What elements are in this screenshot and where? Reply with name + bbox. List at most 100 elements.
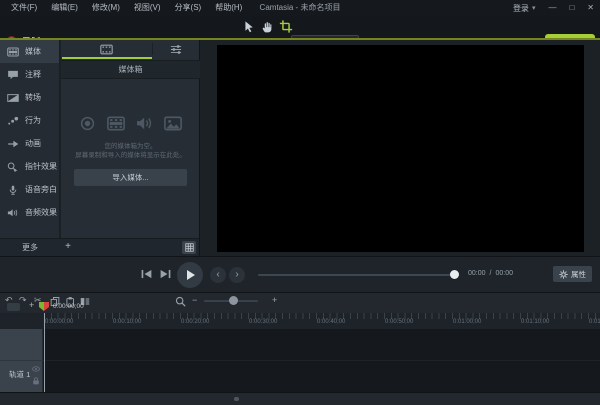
play-icon [184, 269, 196, 281]
play-button[interactable] [177, 262, 203, 288]
total-time: 00:00 [495, 270, 513, 277]
timeline-tracks: 轨道 1 [0, 329, 600, 392]
jump-start-button[interactable]: ‹ [210, 267, 226, 283]
ruler-label: 0:00:00;00 [45, 319, 73, 325]
image-icon [164, 116, 182, 131]
sidebar-item-behaviors[interactable]: 行为 [0, 109, 59, 132]
transition-icon [7, 93, 19, 103]
close-button[interactable]: ✕ [587, 0, 594, 16]
step-forward-button[interactable] [159, 268, 172, 280]
gear-icon [559, 270, 568, 279]
track-visibility-toggle[interactable] [32, 366, 40, 372]
title-bar: 文件(F) 编辑(E) 修改(M) 视图(V) 分享(S) 帮助(H) Camt… [0, 0, 600, 16]
step-back-icon [140, 268, 153, 280]
minimize-button[interactable]: — [548, 0, 556, 16]
tab-media-bin[interactable] [100, 44, 113, 55]
step-back-button[interactable] [140, 268, 153, 280]
sidebar-item-label: 音频效果 [25, 207, 57, 218]
sidebar-item-animations[interactable]: 动画 [0, 132, 59, 155]
sidebar-item-label: 动画 [25, 138, 41, 149]
track-options-button[interactable] [7, 303, 20, 311]
horizontal-scrollbar-thumb[interactable] [234, 397, 239, 401]
tools-sidebar: 媒体 注释 转场 行为 [0, 40, 60, 238]
microphone-icon [7, 185, 19, 195]
media-bin-title: 媒体箱 [61, 60, 200, 79]
playhead-time: 0:00:00;00 [53, 303, 84, 310]
playback-bar: ‹ › 00:00 / 00:00 属性 [0, 256, 600, 292]
properties-button[interactable]: 属性 [553, 266, 592, 282]
track1-label: 轨道 1 [9, 369, 30, 380]
hand-tool-button[interactable] [261, 20, 274, 34]
speaker-icon [7, 208, 19, 218]
sidebar-item-label: 指针效果 [25, 161, 57, 172]
behaviors-icon [7, 116, 19, 126]
empty-media-message: 您的媒体箱为空。 屏幕录制和导入的媒体将显示在此处。 [61, 142, 200, 160]
login-button[interactable]: 登录 ▾ [513, 3, 536, 14]
import-media-button[interactable]: 导入媒体... [74, 169, 187, 186]
menu-view[interactable]: 视图(V) [127, 0, 168, 16]
track-lock-toggle[interactable] [32, 377, 40, 385]
timeline-zoom-button[interactable] [175, 296, 186, 307]
current-time: 00:00 [468, 270, 486, 277]
chevron-right-icon: › [235, 269, 238, 280]
filmstrip-icon [100, 44, 113, 55]
empty-media-line2: 屏幕录制和导入的媒体将显示在此处。 [61, 151, 200, 160]
maximize-button[interactable]: □ [569, 0, 574, 16]
speaker-icon [136, 116, 153, 131]
media-panel: 媒体箱 [61, 40, 200, 238]
playhead-line[interactable] [44, 313, 45, 392]
menu-share[interactable]: 分享(S) [168, 0, 209, 16]
empty-media-icons [61, 116, 200, 131]
menu-modify[interactable]: 修改(M) [85, 0, 127, 16]
eye-icon [32, 366, 40, 372]
lock-icon [32, 377, 40, 385]
cursor-effects-icon [7, 162, 19, 172]
camtasia-window: 文件(F) 编辑(E) 修改(M) 视图(V) 分享(S) 帮助(H) Camt… [0, 0, 600, 405]
track1-content[interactable] [43, 360, 600, 391]
scrubber-track[interactable] [258, 274, 456, 276]
redo-button[interactable]: ↷ [19, 295, 27, 305]
ruler-label: 0:00:20;00 [181, 319, 209, 325]
sidebar-item-transitions[interactable]: 转场 [0, 86, 59, 109]
sidebar-item-audio-effects[interactable]: 音频效果 [0, 201, 59, 224]
jump-end-button[interactable]: › [229, 267, 245, 283]
sidebar-item-media[interactable]: 媒体 [0, 40, 59, 63]
add-media-button[interactable]: + [60, 239, 76, 255]
step-forward-icon [159, 268, 172, 280]
menu-file[interactable]: 文件(F) [4, 0, 44, 16]
empty-media-line1: 您的媒体箱为空。 [61, 142, 200, 151]
sidebar-item-label: 转场 [25, 92, 41, 103]
menu-edit[interactable]: 编辑(E) [44, 0, 85, 16]
canvas-area [201, 40, 600, 256]
ruler-label: 0:01:20;00 [589, 319, 600, 325]
magnifier-icon [175, 296, 186, 307]
timeline-ruler[interactable]: 0:00:00;00 0:00:10;00 0:00:20;00 0:00:30… [0, 313, 600, 329]
more-tools-button[interactable]: 更多 [0, 239, 60, 256]
active-tab-underline [62, 57, 152, 59]
video-preview-stage[interactable] [217, 45, 584, 252]
timeline-zoom-handle[interactable] [229, 296, 238, 305]
scrubber-handle[interactable] [450, 270, 459, 279]
sidebar-item-cursor-effects[interactable]: 指针效果 [0, 155, 59, 178]
properties-label: 属性 [571, 269, 586, 280]
sidebar-item-label: 语音旁白 [25, 184, 57, 195]
tab-properties-filters[interactable] [170, 44, 182, 55]
filmstrip-icon [7, 47, 19, 57]
menu-help[interactable]: 帮助(H) [208, 0, 249, 16]
crop-tool-button[interactable] [279, 19, 293, 34]
zoom-in-button[interactable]: + [272, 295, 277, 305]
crop-icon [279, 19, 293, 34]
cursor-icon [243, 20, 256, 34]
sidebar-item-annotations[interactable]: 注释 [0, 63, 59, 86]
menu-bar: 文件(F) 编辑(E) 修改(M) 视图(V) 分享(S) 帮助(H) [4, 0, 249, 16]
chevron-down-icon: ▾ [532, 4, 536, 12]
add-track-button[interactable]: + [29, 300, 34, 310]
zoom-out-button[interactable]: − [192, 295, 197, 305]
cursor-tool-button[interactable] [243, 20, 256, 34]
timeline-scrollbar-area [0, 392, 600, 405]
grid-view-button[interactable] [182, 241, 196, 254]
grid-icon [185, 243, 194, 252]
sidebar-item-voice-narration[interactable]: 语音旁白 [0, 178, 59, 201]
track-header-column: 轨道 1 [0, 329, 43, 392]
ruler-label: 0:01:00;00 [453, 319, 481, 325]
